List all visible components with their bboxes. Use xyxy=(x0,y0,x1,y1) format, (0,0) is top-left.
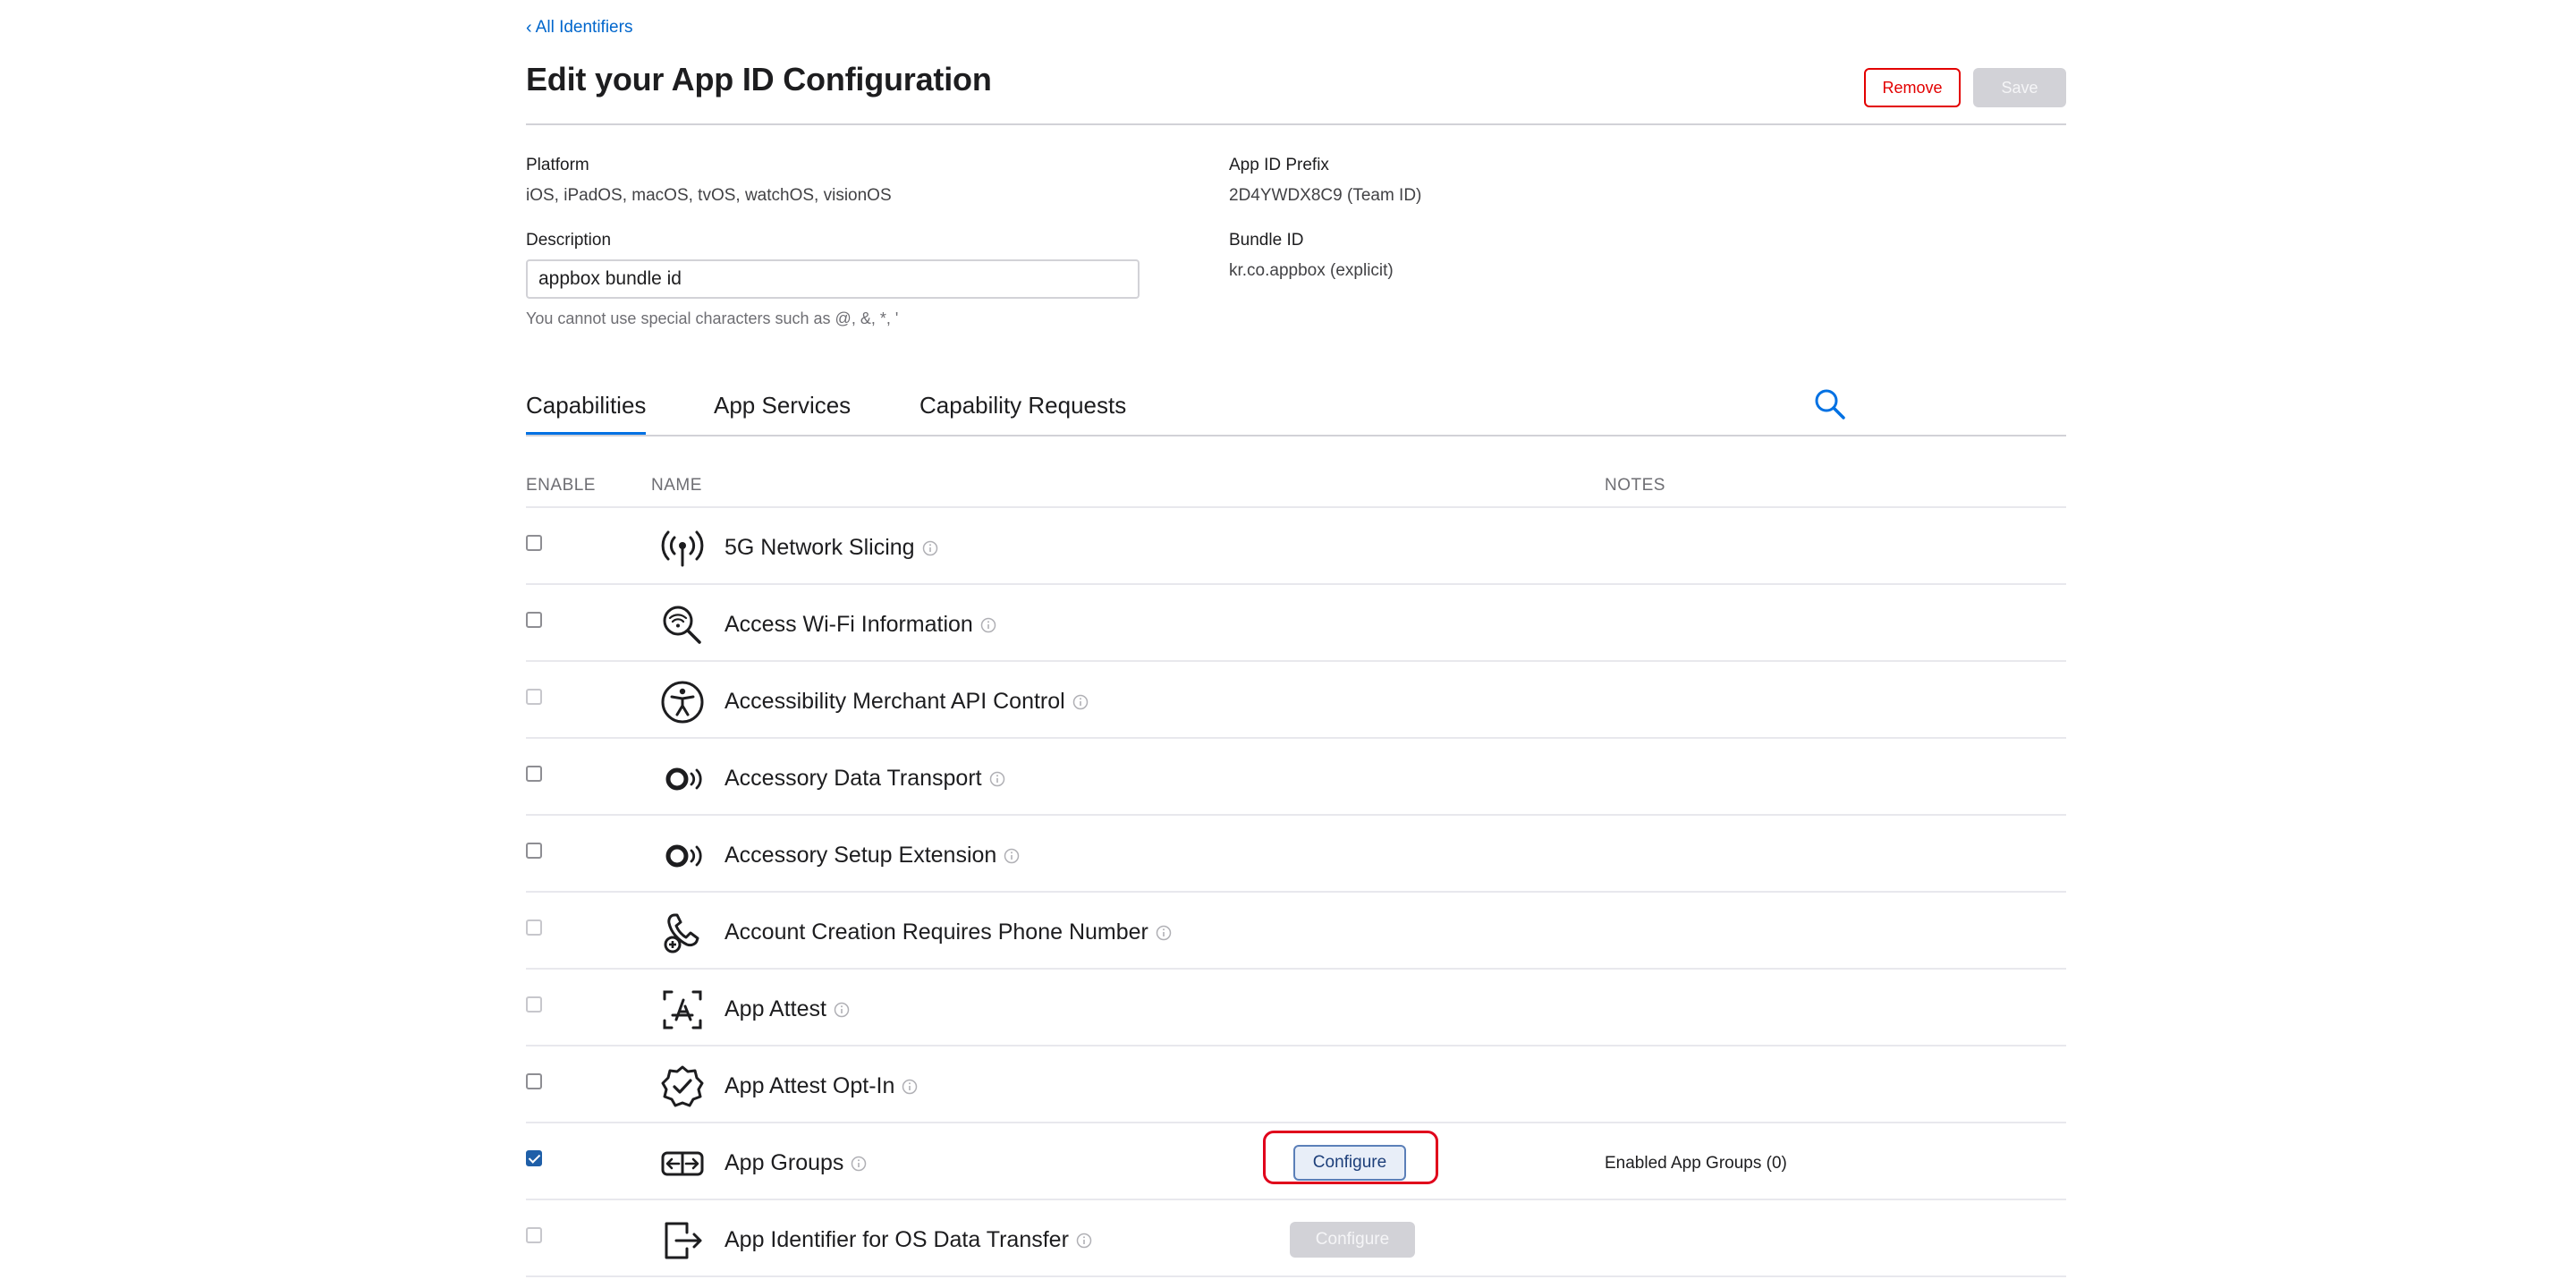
capability-name-label: Accessory Data Transport xyxy=(724,766,982,791)
info-icon[interactable] xyxy=(980,617,996,633)
app-id-prefix-value: 2D4YWDX8C9 (Team ID) xyxy=(1229,186,1422,205)
capability-name: Accessibility Merchant API Control xyxy=(724,689,1089,715)
table-row: App Attest Opt-In xyxy=(526,1046,2066,1123)
tab-capability-requests[interactable]: Capability Requests xyxy=(919,392,1126,432)
table-row: App Attest xyxy=(526,970,2066,1046)
capability-name: App Attest xyxy=(724,996,850,1022)
verified-badge-icon xyxy=(661,1065,704,1107)
wifi-search-icon xyxy=(663,606,701,644)
enable-checkbox[interactable] xyxy=(526,996,542,1013)
bundle-id-label: Bundle ID xyxy=(1229,231,1304,250)
info-icon[interactable] xyxy=(1072,694,1089,710)
app-id-prefix-label: App ID Prefix xyxy=(1229,156,1329,174)
bundle-id-value: kr.co.appbox (explicit) xyxy=(1229,261,1394,280)
phone-plus-icon xyxy=(664,913,699,953)
capability-name-label: Account Creation Requires Phone Number xyxy=(724,919,1148,945)
tabs-divider xyxy=(526,435,2066,436)
row-divider xyxy=(526,1275,2066,1277)
back-to-identifiers-link[interactable]: ‹ All Identifiers xyxy=(526,18,632,38)
chevron-left-icon: ‹ xyxy=(526,18,532,38)
table-row: Account Creation Requires Phone Number xyxy=(526,893,2066,970)
enable-checkbox[interactable] xyxy=(526,766,542,782)
table-row: 5G Network Slicing xyxy=(526,508,2066,585)
enable-checkbox[interactable] xyxy=(526,1073,542,1089)
table-row: Accessory Data Transport xyxy=(526,739,2066,816)
page-title: Edit your App ID Configuration xyxy=(526,61,992,97)
capability-name: Accessory Setup Extension xyxy=(724,843,1020,869)
capability-name-label: Accessibility Merchant API Control xyxy=(724,689,1065,714)
capability-name-label: App Attest Opt-In xyxy=(724,1073,895,1098)
accessibility-icon xyxy=(661,681,704,724)
table-row: Accessibility Merchant API Control xyxy=(526,662,2066,739)
enable-checkbox[interactable] xyxy=(526,919,542,936)
name-column-header: NAME xyxy=(651,476,702,495)
capability-name-label: Accessory Setup Extension xyxy=(724,843,997,868)
enable-column-header: ENABLE xyxy=(526,476,596,495)
info-icon[interactable] xyxy=(902,1079,918,1095)
capability-name: Access Wi-Fi Information xyxy=(724,612,996,638)
platform-label: Platform xyxy=(526,156,589,174)
info-icon[interactable] xyxy=(851,1156,867,1172)
header-divider xyxy=(526,123,2066,125)
enable-checkbox[interactable] xyxy=(526,689,542,705)
capability-name: App Attest Opt-In xyxy=(724,1073,918,1099)
capability-name-label: App Attest xyxy=(724,996,826,1021)
enable-checkbox[interactable] xyxy=(526,535,542,551)
save-button[interactable]: Save xyxy=(1973,68,2066,107)
tab-capabilities[interactable]: Capabilities xyxy=(526,392,647,436)
remove-button[interactable]: Remove xyxy=(1864,68,1961,107)
accessory-icon xyxy=(665,844,702,868)
tab-app-services[interactable]: App Services xyxy=(714,392,851,432)
app-groups-note: Enabled App Groups (0) xyxy=(1605,1154,1787,1173)
description-hint: You cannot use special characters such a… xyxy=(526,309,899,327)
info-icon[interactable] xyxy=(834,1002,850,1018)
app-attest-icon xyxy=(663,990,702,1030)
capability-name-label: App Groups xyxy=(724,1150,844,1175)
info-icon[interactable] xyxy=(922,540,938,556)
app-groups-icon xyxy=(661,1151,704,1176)
antenna-icon xyxy=(661,530,704,567)
platform-value: iOS, iPadOS, macOS, tvOS, watchOS, visio… xyxy=(526,186,892,205)
app-id-configuration-page: ‹ All Identifiers Edit your App ID Confi… xyxy=(0,0,2576,1288)
enable-checkbox[interactable] xyxy=(526,843,542,859)
table-row: Accessory Setup Extension xyxy=(526,816,2066,893)
capability-name: 5G Network Slicing xyxy=(724,535,938,561)
capability-name: Account Creation Requires Phone Number xyxy=(724,919,1172,945)
notes-column-header: NOTES xyxy=(1605,476,1665,495)
enable-checkbox[interactable] xyxy=(526,1227,542,1243)
info-icon[interactable] xyxy=(1156,925,1172,941)
capability-name: App Identifier for OS Data Transfer xyxy=(724,1227,1092,1253)
table-row: App Identifier for OS Data Transfer Conf… xyxy=(526,1200,2066,1277)
back-link-label: All Identifiers xyxy=(535,18,633,37)
info-icon[interactable] xyxy=(989,771,1005,787)
table-row: Access Wi-Fi Information xyxy=(526,585,2066,662)
enable-checkbox[interactable] xyxy=(526,1150,542,1166)
search-icon[interactable] xyxy=(1812,386,1848,422)
capability-name: App Groups xyxy=(724,1150,867,1176)
description-input[interactable] xyxy=(526,259,1140,299)
exit-arrow-icon xyxy=(665,1222,702,1259)
description-label: Description xyxy=(526,231,612,250)
info-icon[interactable] xyxy=(1076,1233,1092,1249)
enable-checkbox[interactable] xyxy=(526,612,542,628)
configure-button[interactable]: Configure xyxy=(1290,1222,1415,1258)
capability-name-label: App Identifier for OS Data Transfer xyxy=(724,1227,1069,1252)
info-icon[interactable] xyxy=(1004,848,1020,864)
capability-name: Accessory Data Transport xyxy=(724,766,1005,792)
capability-name-label: Access Wi-Fi Information xyxy=(724,612,973,637)
capability-name-label: 5G Network Slicing xyxy=(724,535,915,560)
table-row: App Groups Configure Enabled App Groups … xyxy=(526,1123,2066,1200)
configure-button[interactable]: Configure xyxy=(1293,1145,1406,1181)
accessory-icon xyxy=(665,767,702,791)
